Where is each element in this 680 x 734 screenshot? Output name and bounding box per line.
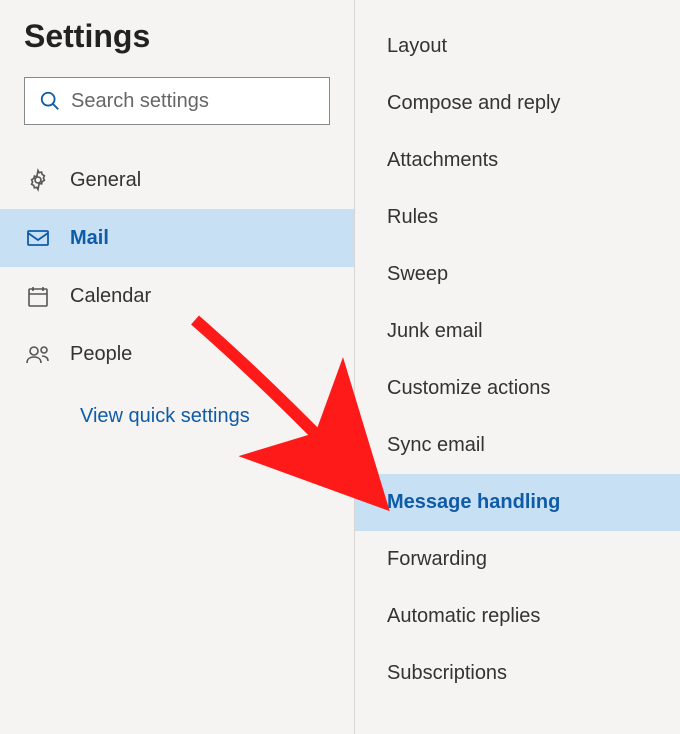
nav-item-people[interactable]: People	[0, 325, 354, 383]
subnav-item-label: Attachments	[387, 149, 498, 172]
gear-icon	[26, 168, 50, 192]
subnav-item-layout[interactable]: Layout	[355, 18, 680, 75]
people-icon	[26, 342, 50, 366]
subnav-item-subscriptions[interactable]: Subscriptions	[355, 645, 680, 702]
subnav-item-label: Automatic replies	[387, 605, 540, 628]
page-title: Settings	[0, 18, 354, 77]
nav-item-label: General	[70, 169, 141, 192]
nav-item-calendar[interactable]: Calendar	[0, 267, 354, 325]
search-input[interactable]	[71, 90, 336, 113]
nav-item-general[interactable]: General	[0, 151, 354, 209]
calendar-icon	[26, 284, 50, 308]
mail-icon	[26, 226, 50, 250]
subnav-item-label: Sweep	[387, 263, 448, 286]
settings-sidebar: Settings General	[0, 0, 355, 734]
subnav-item-sweep[interactable]: Sweep	[355, 246, 680, 303]
search-box[interactable]	[24, 77, 330, 125]
subnav-list: Layout Compose and reply Attachments Rul…	[355, 18, 680, 702]
settings-nav: General Mail	[0, 151, 354, 383]
subnav-item-label: Subscriptions	[387, 662, 507, 685]
subnav-item-automatic-replies[interactable]: Automatic replies	[355, 588, 680, 645]
view-quick-settings-link[interactable]: View quick settings	[0, 383, 354, 428]
nav-item-label: Calendar	[70, 285, 151, 308]
subnav-item-sync-email[interactable]: Sync email	[355, 417, 680, 474]
subnav-item-compose-reply[interactable]: Compose and reply	[355, 75, 680, 132]
subnav-item-label: Rules	[387, 206, 438, 229]
search-container	[24, 77, 330, 125]
subnav-item-customize-actions[interactable]: Customize actions	[355, 360, 680, 417]
nav-item-mail[interactable]: Mail	[0, 209, 354, 267]
subnav-item-label: Message handling	[387, 491, 560, 514]
search-icon	[39, 90, 61, 112]
nav-item-label: People	[70, 343, 132, 366]
subnav-item-label: Junk email	[387, 320, 483, 343]
subnav-item-junk-email[interactable]: Junk email	[355, 303, 680, 360]
nav-item-label: Mail	[70, 227, 109, 250]
subnav-item-attachments[interactable]: Attachments	[355, 132, 680, 189]
settings-subnav: Layout Compose and reply Attachments Rul…	[355, 0, 680, 734]
subnav-item-label: Layout	[387, 35, 447, 58]
subnav-item-message-handling[interactable]: Message handling	[355, 474, 680, 531]
subnav-item-label: Customize actions	[387, 377, 550, 400]
subnav-item-rules[interactable]: Rules	[355, 189, 680, 246]
subnav-item-label: Forwarding	[387, 548, 487, 571]
subnav-item-label: Sync email	[387, 434, 485, 457]
subnav-item-label: Compose and reply	[387, 92, 560, 115]
subnav-item-forwarding[interactable]: Forwarding	[355, 531, 680, 588]
